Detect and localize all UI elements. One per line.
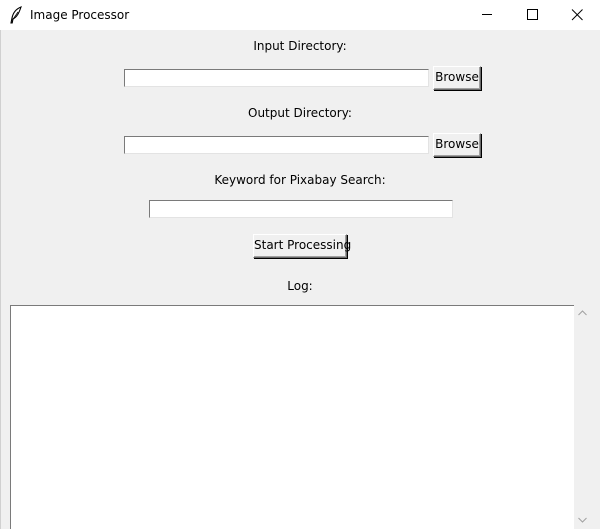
close-icon xyxy=(571,9,583,21)
output-directory-label: Output Directory: xyxy=(248,106,352,120)
keyword-label: Keyword for Pixabay Search: xyxy=(214,173,386,187)
chevron-up-icon xyxy=(578,310,587,316)
minimize-button[interactable] xyxy=(464,0,510,30)
log-scrollbar[interactable] xyxy=(574,305,591,529)
maximize-icon xyxy=(527,9,538,20)
feather-icon xyxy=(9,6,23,24)
scroll-down-button[interactable] xyxy=(574,512,591,529)
log-textarea[interactable] xyxy=(10,305,574,529)
main-window: Image Processor Input Directory: Browse … xyxy=(0,0,600,529)
chevron-down-icon xyxy=(578,517,587,523)
keyword-field[interactable] xyxy=(149,200,453,218)
input-directory-label: Input Directory: xyxy=(253,39,347,53)
start-processing-button[interactable]: Start Processing xyxy=(253,234,351,258)
log-label: Log: xyxy=(287,279,313,293)
maximize-button[interactable] xyxy=(509,0,555,30)
input-directory-field[interactable] xyxy=(124,69,429,87)
close-button[interactable] xyxy=(554,0,600,30)
scroll-up-button[interactable] xyxy=(574,305,591,322)
input-browse-button[interactable]: Browse xyxy=(433,66,481,90)
minimize-icon xyxy=(482,14,492,15)
title-bar[interactable]: Image Processor xyxy=(0,0,600,30)
output-browse-button[interactable]: Browse xyxy=(433,133,481,157)
output-directory-field[interactable] xyxy=(124,136,429,154)
window-title: Image Processor xyxy=(30,8,130,22)
